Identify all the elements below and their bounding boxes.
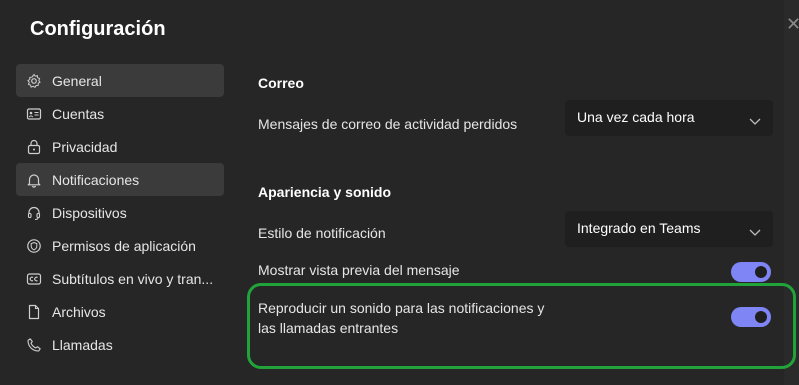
sidebar-item-subtitulos[interactable]: Subtítulos en vivo y tran...: [16, 262, 224, 295]
sidebar-item-label: General: [52, 72, 102, 89]
missed-activity-label: Mensajes de correo de actividad perdidos: [258, 116, 518, 132]
shield-icon: [26, 238, 42, 254]
lock-icon: [26, 139, 42, 155]
file-icon: [26, 304, 42, 320]
dialog-title: Configuración: [30, 18, 166, 40]
email-section-title: Correo: [258, 75, 304, 91]
sidebar-item-notificaciones[interactable]: Notificaciones: [16, 163, 224, 196]
settings-dialog: Configuración General Cuentas Privacidad…: [0, 0, 796, 385]
sidebar-item-privacidad[interactable]: Privacidad: [16, 130, 224, 163]
sidebar-item-label: Archivos: [52, 303, 106, 320]
notification-style-dropdown[interactable]: Integrado en Teams: [565, 211, 773, 247]
sidebar-item-archivos[interactable]: Archivos: [16, 295, 224, 328]
phone-icon: [26, 337, 42, 353]
sidebar-item-label: Llamadas: [52, 336, 113, 353]
notification-style-value: Integrado en Teams: [577, 220, 701, 236]
sidebar-item-label: Permisos de aplicación: [52, 237, 196, 254]
highlight-annotation: [247, 283, 796, 369]
sidebar-item-general[interactable]: General: [16, 64, 224, 97]
sidebar-item-permisos[interactable]: Permisos de aplicación: [16, 229, 224, 262]
gear-icon: [26, 73, 42, 89]
sidebar-item-dispositivos[interactable]: Dispositivos: [16, 196, 224, 229]
toggle-knob: [755, 266, 767, 278]
id-card-icon: [26, 106, 42, 122]
chevron-down-icon: [749, 224, 761, 236]
notification-style-label: Estilo de notificación: [258, 225, 386, 241]
captions-icon: [26, 271, 42, 287]
sidebar-item-label: Notificaciones: [52, 171, 140, 188]
sidebar-item-label: Privacidad: [52, 138, 118, 155]
sidebar-item-label: Dispositivos: [52, 204, 127, 221]
message-preview-label: Mostrar vista previa del mensaje: [258, 262, 460, 278]
appearance-section-title: Apariencia y sonido: [258, 184, 392, 200]
bell-icon: [26, 172, 42, 188]
headset-icon: [26, 205, 42, 221]
settings-sidebar: General Cuentas Privacidad Notificacione…: [16, 64, 224, 361]
missed-activity-value: Una vez cada hora: [577, 109, 695, 125]
missed-activity-dropdown[interactable]: Una vez cada hora: [565, 100, 773, 136]
sidebar-item-label: Subtítulos en vivo y tran...: [52, 270, 214, 287]
close-icon[interactable]: ✕: [786, 14, 799, 34]
sidebar-item-cuentas[interactable]: Cuentas: [16, 97, 224, 130]
sidebar-item-label: Cuentas: [52, 105, 105, 122]
sidebar-item-llamadas[interactable]: Llamadas: [16, 328, 224, 361]
chevron-down-icon: [749, 113, 761, 125]
message-preview-toggle[interactable]: [731, 262, 771, 282]
